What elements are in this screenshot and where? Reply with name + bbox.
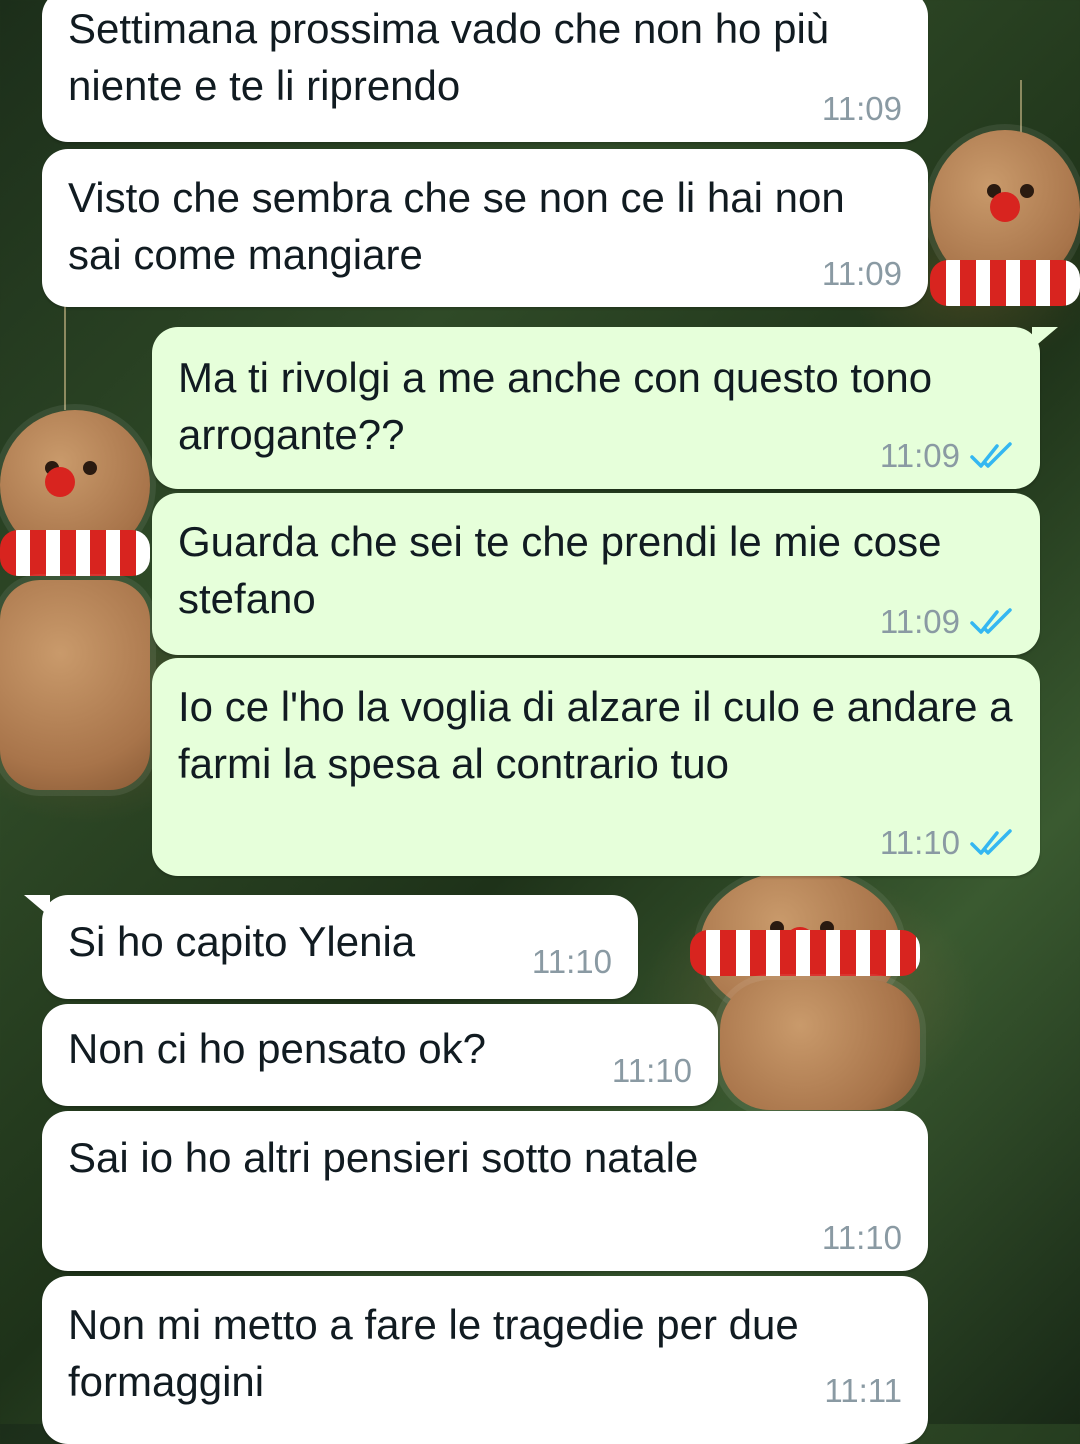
message-time: 11:11 xyxy=(824,1372,902,1409)
message-time: 11:09 xyxy=(879,603,960,640)
message-bubble-incoming[interactable]: Visto che sembra che se non ce li hai no… xyxy=(42,149,928,307)
message-text: Non mi metto a fare le tragedie per due … xyxy=(68,1301,811,1405)
read-receipt-icon xyxy=(970,607,1014,637)
message-text: Io ce l'ho la voglia di alzare il culo e… xyxy=(178,683,1025,787)
message-time: 11:09 xyxy=(821,90,902,127)
message-text: Si ho capito Ylenia xyxy=(68,918,416,965)
message-bubble-outgoing[interactable]: Guarda che sei te che prendi le mie cose… xyxy=(152,493,1040,655)
message-meta: 11:10 xyxy=(612,1052,692,1090)
message-bubble-outgoing[interactable]: Io ce l'ho la voglia di alzare il culo e… xyxy=(152,658,1040,876)
message-meta: 11:10 xyxy=(880,824,1014,862)
message-bubble-incoming[interactable]: Settimana prossima vado che non ho più n… xyxy=(42,0,928,142)
message-meta: 11:11 xyxy=(824,1372,902,1410)
message-time: 11:10 xyxy=(531,943,612,980)
message-bubble-incoming[interactable]: Non mi metto a fare le tragedie per due … xyxy=(42,1276,928,1444)
message-time: 11:10 xyxy=(821,1219,902,1256)
message-text: Non ci ho pensato ok? xyxy=(68,1025,486,1072)
message-bubble-incoming[interactable]: Si ho capito Ylenia 11:10 xyxy=(24,895,638,999)
message-time: 11:10 xyxy=(611,1052,692,1089)
message-text: Visto che sembra che se non ce li hai no… xyxy=(68,174,857,278)
message-text: Settimana prossima vado che non ho più n… xyxy=(68,5,841,109)
message-meta: 11:09 xyxy=(880,437,1014,475)
message-text: Sai io ho altri pensieri sotto natale xyxy=(68,1134,699,1181)
message-meta: 11:09 xyxy=(880,603,1014,641)
message-bubble-outgoing[interactable]: Ma ti rivolgi a me anche con questo tono… xyxy=(152,327,1058,489)
message-time: 11:09 xyxy=(879,437,960,474)
message-bubble-incoming[interactable]: Sai io ho altri pensieri sotto natale 11… xyxy=(42,1111,928,1271)
message-meta: 11:09 xyxy=(822,255,902,293)
read-receipt-icon xyxy=(970,828,1014,858)
message-bubble-incoming[interactable]: Non ci ho pensato ok? 11:10 xyxy=(42,1004,718,1106)
read-receipt-icon xyxy=(970,441,1014,471)
message-meta: 11:09 xyxy=(822,90,902,128)
chat-message-list[interactable]: Settimana prossima vado che non ho più n… xyxy=(0,0,1080,1444)
message-meta: 11:10 xyxy=(532,943,612,981)
message-time: 11:10 xyxy=(879,824,960,861)
message-meta: 11:10 xyxy=(822,1219,902,1257)
message-time: 11:09 xyxy=(821,255,902,292)
